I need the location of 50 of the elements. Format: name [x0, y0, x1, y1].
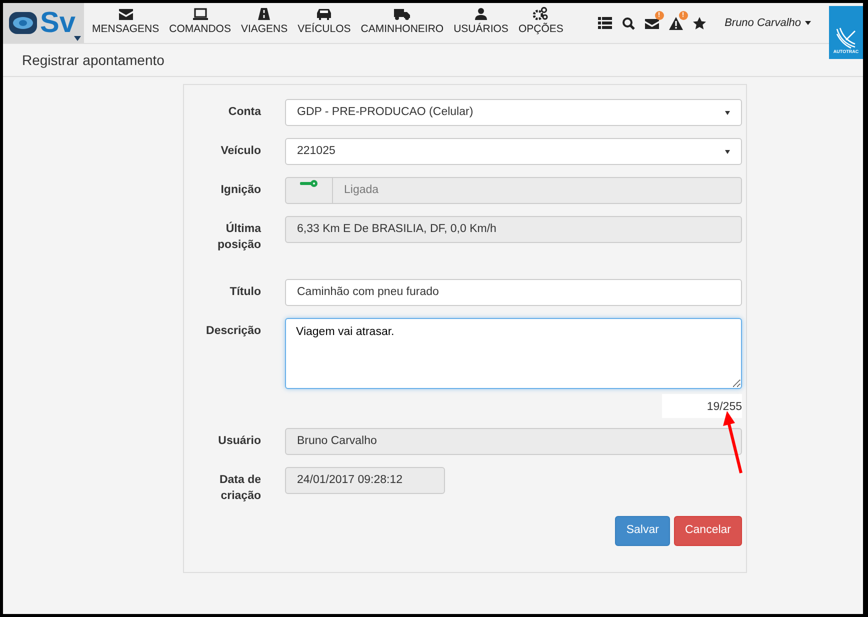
eye-logo-icon [9, 11, 37, 35]
caret-icon [725, 110, 730, 114]
character-counter: 19/255 [662, 394, 742, 418]
nav-item[interactable]: CAMINHONEIRO [356, 3, 449, 43]
list-icon [598, 17, 612, 29]
road-icon [258, 8, 270, 20]
nav-item[interactable]: OPÇÕES [513, 3, 568, 43]
nav-item[interactable]: VIAGENS [236, 3, 293, 43]
nav-item[interactable]: USUÁRIOS [448, 3, 514, 43]
nav-item[interactable]: MENSAGENS [84, 3, 164, 43]
nav-item[interactable]: COMANDOS [164, 3, 236, 43]
gears-icon [533, 7, 548, 20]
caret-icon [805, 21, 811, 25]
warning-icon [668, 16, 683, 30]
user-menu[interactable]: Bruno Carvalho [710, 3, 829, 43]
envelope-icon [644, 17, 659, 29]
envelope-icon [118, 8, 133, 20]
readonly-field: 6,33 Km E De BRASILIA, DF, 0,0 Km/h [285, 216, 742, 243]
field-label: Última posição [216, 220, 261, 253]
annotation-arrow [723, 411, 742, 474]
field-label: Ignição [220, 183, 261, 198]
description-field[interactable]: Viagem vai atrasar. [285, 318, 742, 390]
field-label: Data de criação [218, 473, 261, 504]
logo-text: Sv [40, 8, 76, 38]
nav-item[interactable]: VEÍCULOS [292, 3, 356, 43]
page-title: Registrar apontamento [22, 50, 164, 70]
select-field[interactable]: GDP - PRE-PRODUCAO (Celular) [285, 99, 742, 126]
field-label: Título [228, 285, 261, 300]
laptop-icon [192, 8, 208, 20]
truck-icon [394, 8, 410, 20]
cancel-button[interactable]: Cancelar [674, 516, 742, 546]
field-label: Descrição [205, 324, 261, 340]
search-icon [622, 16, 635, 30]
readonly-field: Bruno Carvalho [285, 428, 742, 456]
field-label: Veículo [220, 144, 261, 159]
field-label: Usuário [217, 434, 261, 450]
caret-icon [725, 150, 730, 154]
readonly-field: 24/01/2017 09:28:12 [285, 467, 445, 494]
star-icon [692, 16, 706, 30]
select-field[interactable]: 221025 [285, 138, 742, 165]
user-icon [475, 8, 488, 20]
field-value: 221025 [297, 144, 336, 159]
save-button[interactable]: Salvar [615, 516, 670, 546]
readonly-field: Ligada [333, 177, 742, 204]
caret-icon [74, 36, 81, 41]
car-icon [316, 8, 332, 20]
text-field[interactable]: Caminhão com pneu furado [285, 279, 742, 306]
field-label: Conta [227, 105, 261, 120]
field-value: GDP - PRE-PRODUCAO (Celular) [297, 104, 474, 120]
brand-mark-icon [835, 27, 857, 50]
